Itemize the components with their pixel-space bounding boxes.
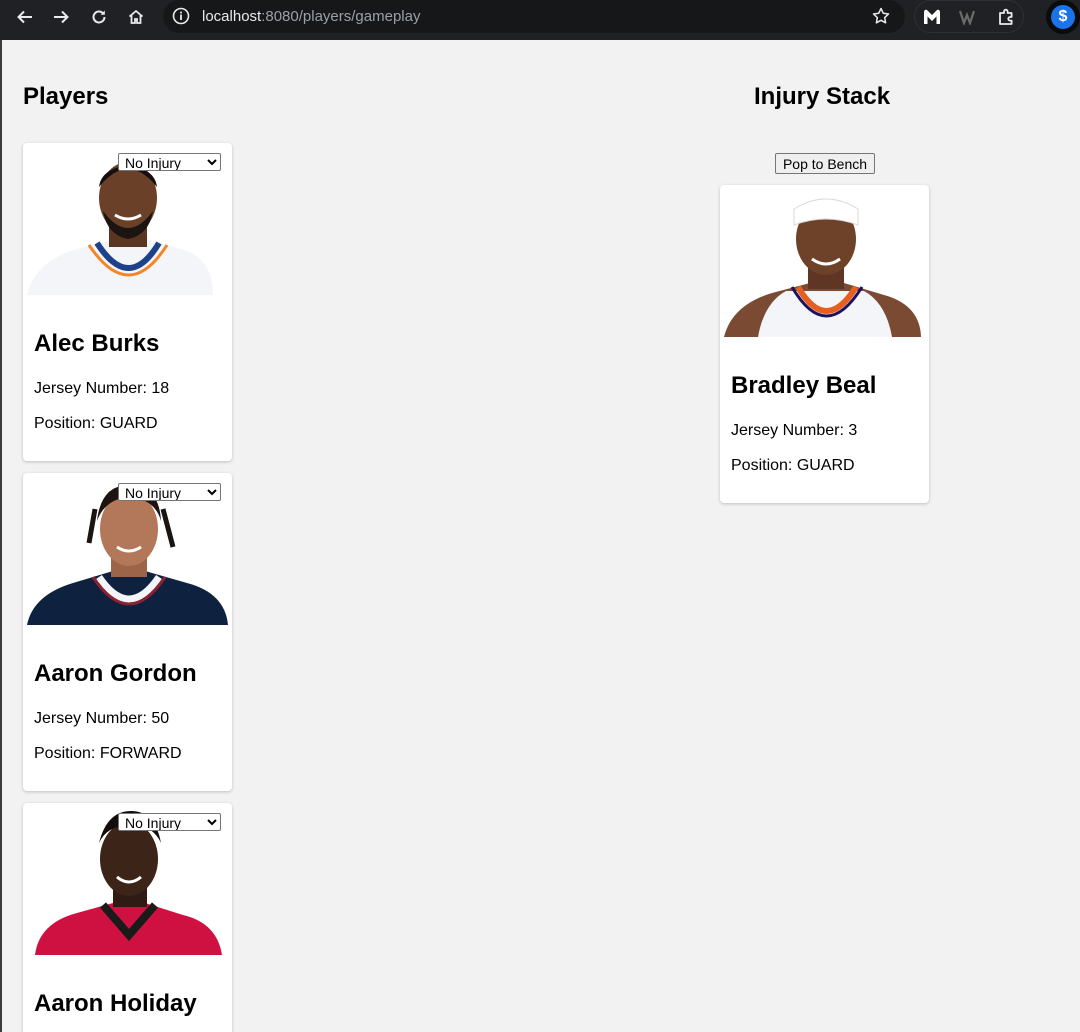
player-name: Alec Burks (34, 330, 160, 357)
address-bar[interactable]: localhost:8080/players/gameplay (163, 0, 905, 33)
dollar-icon: $ (1051, 5, 1075, 29)
injury-select[interactable]: No Injury (118, 813, 221, 831)
player-card: No Injury Aaron Gordon Jersey Number: 50… (23, 473, 232, 791)
player-name: Aaron Gordon (34, 660, 197, 687)
profile-avatar[interactable]: $ (1046, 0, 1080, 34)
player-photo (724, 185, 925, 337)
player-card: No Injury Alec Burks Jersey Number: 18 P… (23, 143, 232, 461)
back-icon[interactable] (10, 4, 40, 30)
player-position: Position: GUARD (731, 457, 855, 474)
players-heading: Players (23, 83, 109, 110)
home-icon[interactable] (121, 4, 151, 30)
reload-icon[interactable] (84, 4, 114, 30)
player-position: Position: GUARD (34, 415, 158, 432)
url-text: localhost:8080/players/gameplay (202, 8, 421, 25)
w-extension-icon[interactable] (955, 4, 983, 30)
player-name: Aaron Holiday (34, 990, 197, 1017)
bookmark-star-icon[interactable] (871, 6, 891, 26)
pop-to-bench-button[interactable]: Pop to Bench (775, 153, 875, 174)
malwarebytes-extension-icon[interactable] (918, 4, 946, 30)
injury-select[interactable]: No Injury (118, 483, 221, 501)
forward-icon[interactable] (46, 4, 76, 30)
player-jersey-number: Jersey Number: 18 (34, 380, 170, 397)
puzzle-extensions-icon[interactable] (993, 4, 1021, 30)
page-border (0, 40, 2, 1032)
injury-stack-heading: Injury Stack (754, 83, 891, 110)
player-card: No Injury Aaron Holiday (23, 803, 232, 1032)
player-jersey-number: Jersey Number: 50 (34, 710, 170, 727)
injury-select[interactable]: No Injury (118, 153, 221, 171)
site-info-icon[interactable] (171, 6, 191, 26)
injury-stack-card: Bradley Beal Jersey Number: 3 Position: … (720, 185, 929, 503)
player-name: Bradley Beal (731, 372, 877, 399)
browser-toolbar: localhost:8080/players/gameplay $ (0, 0, 1080, 40)
player-position: Position: FORWARD (34, 745, 182, 762)
player-jersey-number: Jersey Number: 3 (731, 422, 858, 439)
